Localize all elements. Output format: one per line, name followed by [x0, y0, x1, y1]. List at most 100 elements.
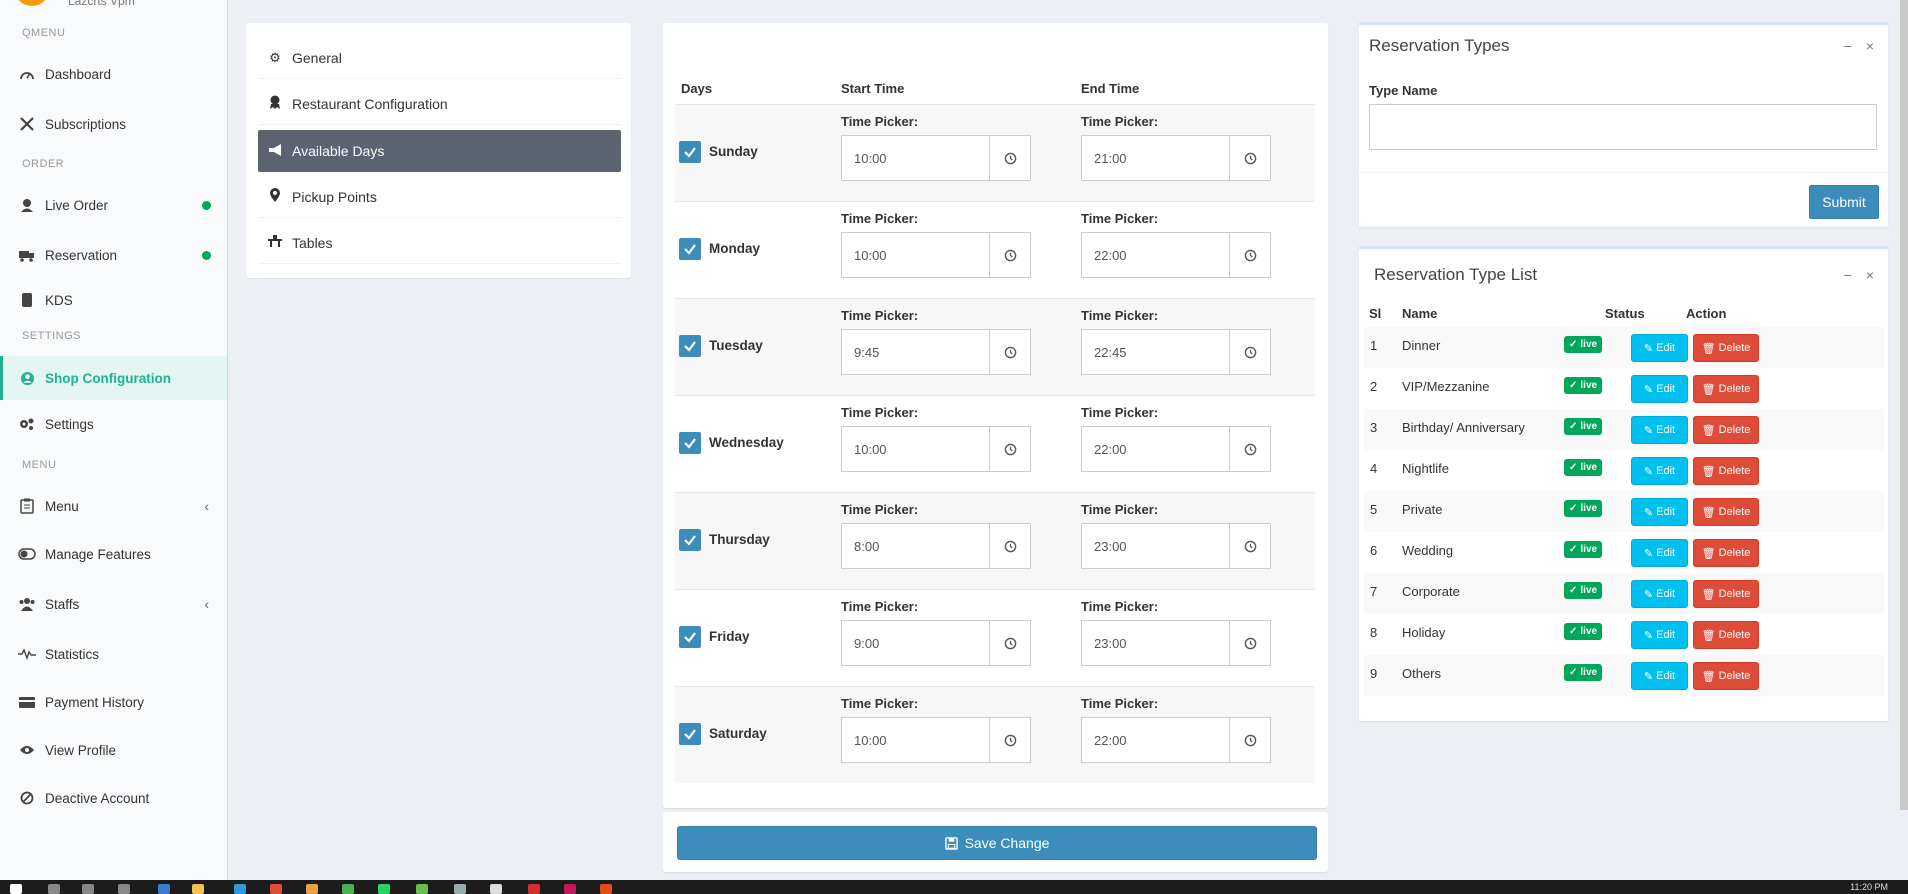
- config-item-tables[interactable]: Tables: [258, 222, 621, 264]
- sidebar-item-dashboard[interactable]: Dashboard: [0, 54, 227, 94]
- sidebar-item-menu[interactable]: Menu ‹: [0, 486, 227, 526]
- minimize-icon[interactable]: −: [1844, 267, 1852, 283]
- delete-button[interactable]: 🗑 Delete: [1693, 457, 1759, 485]
- delete-button[interactable]: 🗑 Delete: [1693, 498, 1759, 526]
- end-time-input[interactable]: 23:00: [1082, 621, 1230, 665]
- clock-icon[interactable]: [990, 427, 1030, 471]
- delete-button[interactable]: 🗑 Delete: [1693, 621, 1759, 649]
- app-icon[interactable]: [270, 884, 282, 894]
- page-scrollbar[interactable]: [1900, 0, 1908, 810]
- edit-button[interactable]: ✎ Edit: [1631, 416, 1688, 444]
- edit-button[interactable]: ✎ Edit: [1631, 375, 1688, 403]
- end-time-input[interactable]: 22:00: [1082, 233, 1230, 277]
- type-name-input[interactable]: [1369, 104, 1877, 150]
- app-icon[interactable]: [528, 884, 540, 894]
- day-checkbox[interactable]: [679, 432, 701, 454]
- start-time-input[interactable]: 8:00: [842, 524, 990, 568]
- delete-button[interactable]: 🗑 Delete: [1693, 539, 1759, 567]
- avatar[interactable]: [14, 0, 50, 6]
- clock-icon[interactable]: [990, 136, 1030, 180]
- save-change-button[interactable]: Save Change: [677, 826, 1317, 860]
- start-time-input[interactable]: 10:00: [842, 233, 990, 277]
- start-time-input[interactable]: 10:00: [842, 136, 990, 180]
- delete-button[interactable]: 🗑 Delete: [1693, 580, 1759, 608]
- clock-icon[interactable]: [990, 233, 1030, 277]
- sidebar-item-reservation[interactable]: Reservation: [0, 235, 227, 275]
- start-time-input[interactable]: 10:00: [842, 427, 990, 471]
- status-label: live: [1580, 626, 1598, 637]
- app-icon[interactable]: [416, 884, 428, 894]
- task-view-icon[interactable]: [118, 884, 130, 894]
- edit-button[interactable]: ✎ Edit: [1631, 457, 1688, 485]
- sidebar-item-statistics[interactable]: Statistics: [0, 634, 227, 674]
- delete-button[interactable]: 🗑 Delete: [1693, 334, 1759, 362]
- clock-icon[interactable]: [1230, 330, 1270, 374]
- clock-icon[interactable]: [1230, 233, 1270, 277]
- edit-button[interactable]: ✎ Edit: [1631, 621, 1688, 649]
- day-checkbox[interactable]: [679, 723, 701, 745]
- day-checkbox[interactable]: [679, 238, 701, 260]
- sidebar-item-payment-history[interactable]: Payment History: [0, 682, 227, 722]
- browser-icon[interactable]: [234, 884, 246, 894]
- start-time-input[interactable]: 10:00: [842, 718, 990, 762]
- end-time-input[interactable]: 23:00: [1082, 524, 1230, 568]
- search-icon[interactable]: [48, 884, 60, 894]
- sidebar-item-view-profile[interactable]: View Profile: [0, 730, 227, 770]
- delete-button[interactable]: 🗑 Delete: [1693, 416, 1759, 444]
- config-item-general[interactable]: ⚙ General: [258, 37, 621, 79]
- sidebar-item-manage-features[interactable]: Manage Features: [0, 534, 227, 574]
- close-icon[interactable]: ×: [1866, 267, 1874, 283]
- chrome-icon[interactable]: [342, 884, 354, 894]
- sidebar-item-kds[interactable]: KDS: [0, 280, 227, 320]
- app-icon[interactable]: [490, 884, 502, 894]
- cortana-icon[interactable]: [82, 884, 94, 894]
- edit-button[interactable]: ✎ Edit: [1631, 498, 1688, 526]
- day-checkbox[interactable]: [679, 529, 701, 551]
- app-icon[interactable]: [454, 884, 466, 894]
- clock-icon[interactable]: [1230, 524, 1270, 568]
- config-item-restaurant-configuration[interactable]: Restaurant Configuration: [258, 83, 621, 125]
- app-icon[interactable]: [600, 884, 612, 894]
- edit-button[interactable]: ✎ Edit: [1631, 662, 1688, 690]
- end-time-input[interactable]: 22:00: [1082, 718, 1230, 762]
- sidebar-item-subscriptions[interactable]: Subscriptions: [0, 104, 227, 144]
- end-time-input[interactable]: 22:00: [1082, 427, 1230, 471]
- edit-button[interactable]: ✎ Edit: [1631, 334, 1688, 362]
- submit-button[interactable]: Submit: [1809, 185, 1879, 219]
- end-time-input[interactable]: 21:00: [1082, 136, 1230, 180]
- config-item-pickup-points[interactable]: Pickup Points: [258, 176, 621, 218]
- sidebar-item-settings[interactable]: Settings: [0, 404, 227, 444]
- clock-icon[interactable]: [1230, 136, 1270, 180]
- minimize-icon[interactable]: −: [1844, 38, 1852, 54]
- app-icon[interactable]: [158, 884, 170, 894]
- sidebar-item-shop-configuration[interactable]: Shop Configuration: [0, 356, 227, 400]
- delete-button[interactable]: 🗑 Delete: [1693, 375, 1759, 403]
- day-checkbox[interactable]: [679, 141, 701, 163]
- start-time-input[interactable]: 9:00: [842, 621, 990, 665]
- clock-icon[interactable]: [1230, 427, 1270, 471]
- folder-icon[interactable]: [192, 884, 204, 894]
- day-row: Saturday Time Picker: 10:00 Time Picker: 22:…: [675, 686, 1315, 783]
- clock-icon[interactable]: [990, 330, 1030, 374]
- clock-icon[interactable]: [990, 718, 1030, 762]
- clock-icon[interactable]: [990, 621, 1030, 665]
- sidebar-item-live-order[interactable]: Live Order: [0, 185, 227, 225]
- day-checkbox[interactable]: [679, 626, 701, 648]
- sidebar-item-deactive-account[interactable]: Deactive Account: [0, 778, 227, 818]
- clock-icon[interactable]: [990, 524, 1030, 568]
- close-icon[interactable]: ×: [1866, 38, 1874, 54]
- clock-icon[interactable]: [1230, 621, 1270, 665]
- day-checkbox[interactable]: [679, 335, 701, 357]
- end-time-input[interactable]: 22:45: [1082, 330, 1230, 374]
- app-icon[interactable]: [564, 884, 576, 894]
- clock-icon[interactable]: [1230, 718, 1270, 762]
- windows-start-icon[interactable]: [10, 884, 22, 894]
- edit-button[interactable]: ✎ Edit: [1631, 539, 1688, 567]
- start-time-input[interactable]: 9:45: [842, 330, 990, 374]
- config-item-available-days[interactable]: Available Days: [258, 130, 621, 172]
- delete-button[interactable]: 🗑 Delete: [1693, 662, 1759, 690]
- sidebar-item-staffs[interactable]: Staffs ‹: [0, 584, 227, 624]
- edit-button[interactable]: ✎ Edit: [1631, 580, 1688, 608]
- whatsapp-icon[interactable]: [378, 884, 390, 894]
- app-icon[interactable]: [306, 884, 318, 894]
